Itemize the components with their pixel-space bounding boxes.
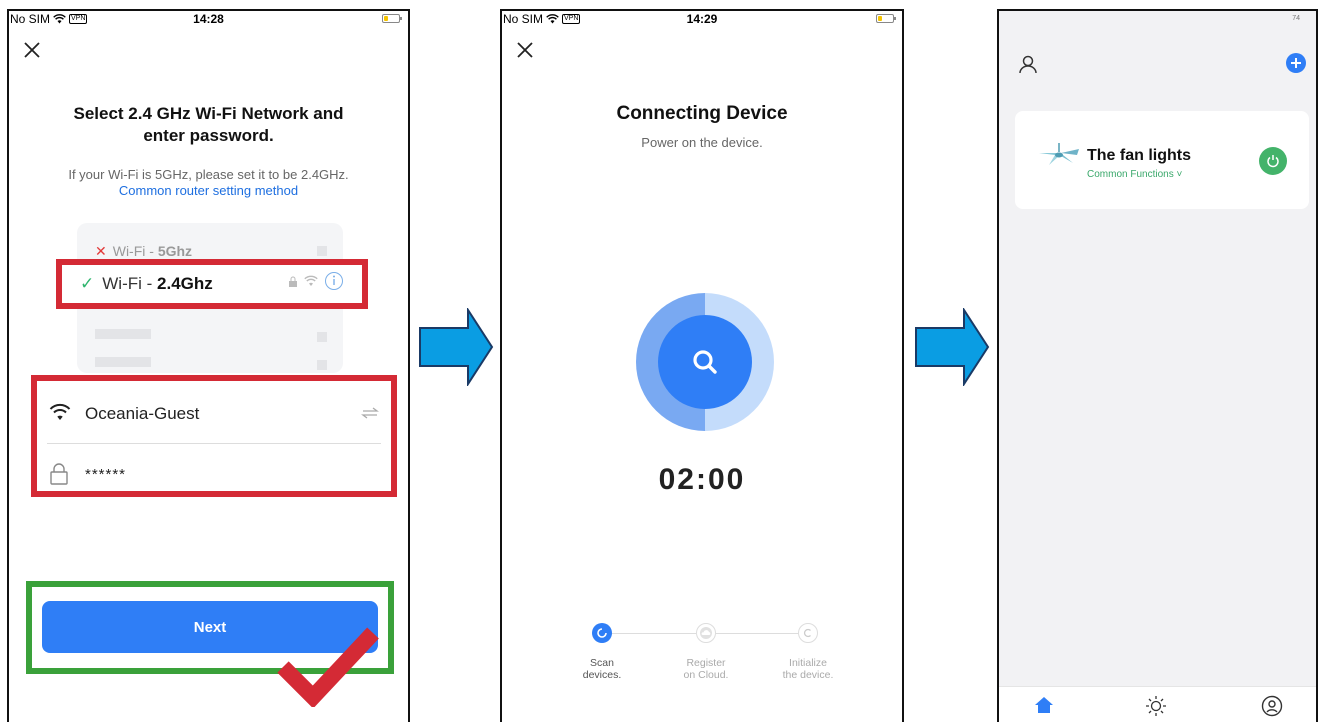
status-bar: 74: [1015, 15, 1300, 27]
battery-level: 74: [1292, 15, 1300, 22]
close-icon[interactable]: [516, 41, 534, 59]
wifi-hint: If your Wi-Fi is 5GHz, please set it to …: [68, 167, 349, 182]
vpn-badge: VPN: [69, 14, 88, 24]
password-field[interactable]: ******: [37, 447, 391, 501]
search-icon: [693, 350, 717, 374]
scene-icon[interactable]: [1145, 695, 1167, 717]
power-icon: [1267, 155, 1279, 168]
home-screen: 74 The fan lights Common Functions ˅: [997, 9, 1318, 722]
arrow-right-icon: [419, 308, 494, 386]
info-icon[interactable]: [324, 271, 344, 291]
cloud-icon: [696, 623, 716, 643]
wifi-signal-icon: [53, 14, 66, 24]
common-functions-link[interactable]: Common Functions ˅: [1087, 169, 1182, 180]
switch-network-icon[interactable]: [361, 407, 379, 419]
status-bar: No SIM VPN 14:29: [502, 11, 902, 27]
power-button[interactable]: [1259, 147, 1287, 175]
status-time: 14:29: [686, 12, 718, 26]
countdown-timer: 02:00: [658, 463, 746, 496]
wifi-24g-row[interactable]: ✓ Wi-Fi - 2.4Ghz: [56, 259, 368, 309]
step-initialize-label: Initialize the device.: [782, 657, 834, 681]
initialize-icon: [798, 623, 818, 643]
carrier-label: No SIM: [10, 12, 51, 26]
ceiling-fan-icon: [1039, 143, 1079, 165]
step-register-label: Register on Cloud.: [683, 657, 729, 681]
scan-progress-ring: [636, 293, 774, 431]
vpn-badge: VPN: [562, 14, 581, 24]
me-icon[interactable]: [1261, 695, 1283, 717]
wifi-icon: [49, 403, 71, 420]
device-name: The fan lights: [1087, 147, 1191, 164]
wifi-signal-icon: [546, 14, 559, 24]
page-title: Select 2.4 GHz Wi-Fi Network and enter p…: [73, 104, 344, 145]
lock-icon: [289, 276, 297, 287]
check-icon: ✓: [80, 274, 95, 293]
wifi-strength-icon: [304, 275, 318, 286]
step-scan-icon: [592, 623, 612, 643]
checkmark-icon: [277, 627, 379, 707]
ssid-field[interactable]: Oceania-Guest: [37, 387, 391, 441]
connecting-device-screen: No SIM VPN 14:29 Connecting Device Power…: [500, 9, 904, 722]
router-setting-link[interactable]: Common router setting method: [9, 183, 408, 198]
battery-icon: [382, 14, 402, 23]
page-title: Connecting Device: [616, 103, 788, 124]
battery-icon: [876, 14, 896, 23]
page-subtitle: Power on the device.: [641, 135, 763, 150]
status-time: 14:28: [193, 12, 224, 26]
carrier-label: No SIM: [503, 12, 544, 26]
step-scan-label: Scan devices.: [582, 657, 622, 681]
close-icon[interactable]: [23, 41, 41, 59]
wifi-setup-screen: No SIM VPN 14:28 Select 2.4 GHz Wi-Fi Ne…: [7, 9, 410, 722]
lock-icon: [50, 463, 68, 485]
credentials-box: Oceania-Guest ******: [31, 375, 397, 497]
add-device-icon[interactable]: [1285, 52, 1307, 74]
tab-bar: [999, 686, 1316, 722]
profile-icon[interactable]: [1017, 53, 1039, 75]
device-card[interactable]: The fan lights Common Functions ˅: [1015, 111, 1309, 209]
arrow-right-icon: [915, 308, 990, 386]
home-icon[interactable]: [1033, 695, 1055, 715]
status-bar: No SIM VPN 14:28: [9, 11, 408, 27]
cross-icon: ✕: [95, 242, 107, 259]
